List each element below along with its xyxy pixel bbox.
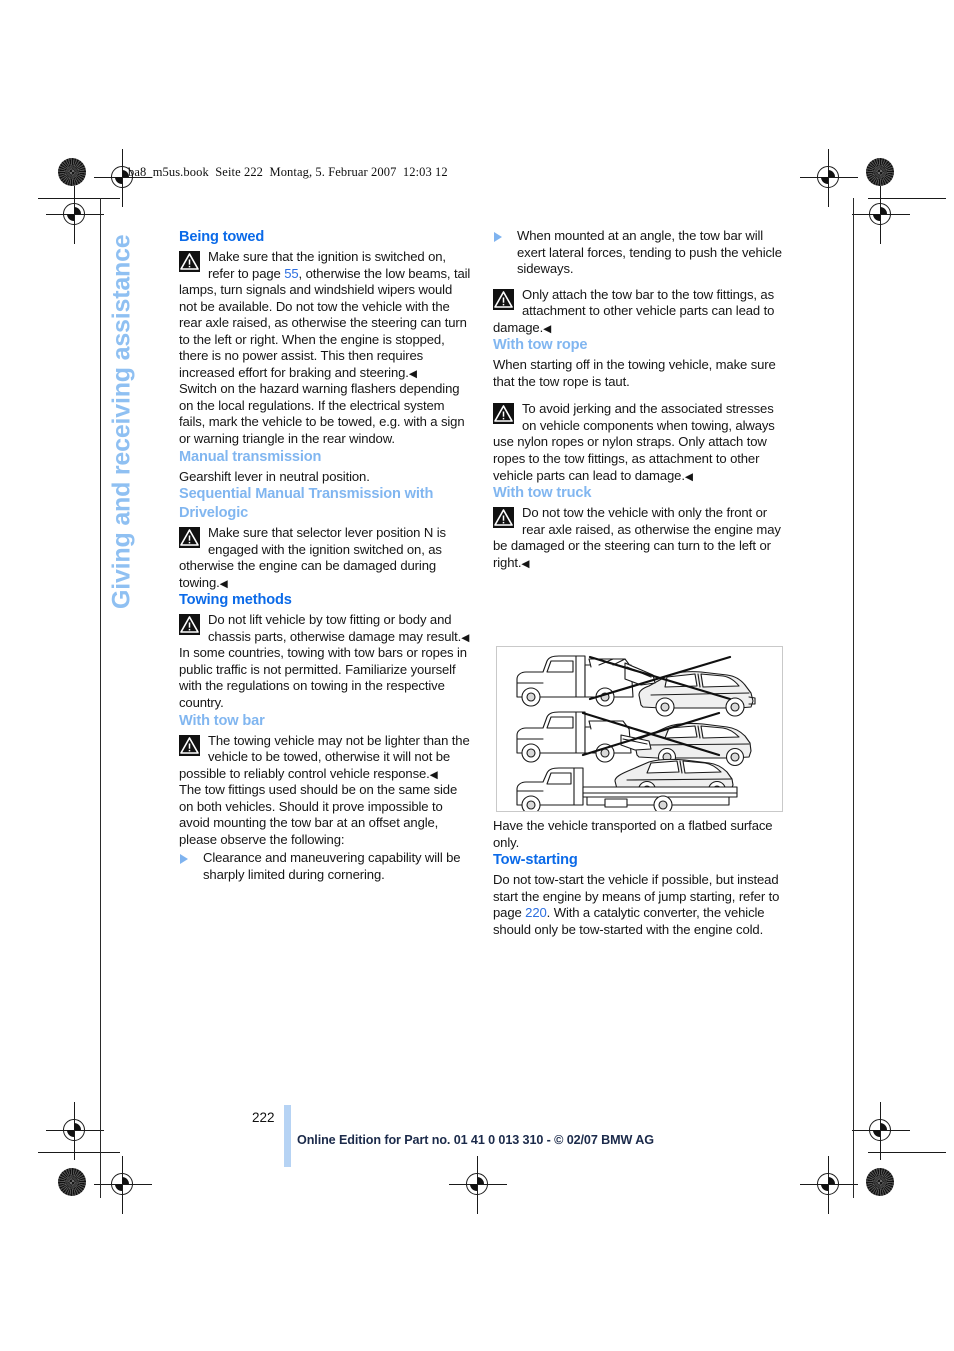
note-end-mark: ◀ <box>429 768 438 781</box>
chapter-side-title: Giving and receiving assistance <box>107 234 136 610</box>
list-item-label: Clearance and maneuvering capability wil… <box>203 850 461 882</box>
paragraph-tow-fittings: The tow fittings used should be on the s… <box>179 782 458 847</box>
right-column-below-figure: Have the vehicle transported on a flatbe… <box>493 818 785 938</box>
warning-triangle-icon <box>493 403 514 425</box>
note-text: The towing vehicle may not be lighter th… <box>179 732 470 781</box>
warning-triangle-icon <box>179 527 200 549</box>
trim-line-left <box>100 198 101 1198</box>
halftone-dot-mark-top-left <box>58 158 86 186</box>
halftone-dot-mark-top-right <box>866 158 894 186</box>
warning-note-do-not-lift: Do not lift vehicle by tow fitting or bo… <box>179 612 471 645</box>
page-reference-220[interactable]: 220 <box>525 905 547 920</box>
registration-mark-bottom-left <box>94 1156 152 1214</box>
warning-note-avoid-jerking: To avoid jerking and the associated stre… <box>493 401 785 484</box>
warning-note-towing-vehicle-weight: The towing vehicle may not be lighter th… <box>179 733 471 783</box>
registration-mark-right-lower <box>852 1102 910 1160</box>
warning-triangle-icon <box>179 734 200 756</box>
warning-triangle-icon <box>179 251 200 272</box>
right-column: When mounted at an angle, the tow bar wi… <box>493 228 785 571</box>
crop-line-top-left-horizontal <box>38 198 120 199</box>
heading-with-tow-bar: With tow bar <box>179 712 265 729</box>
list-item: Clearance and maneuvering capability wil… <box>179 850 471 883</box>
warning-note-only-attach-tow-bar: Only attach the tow bar to the tow fitti… <box>493 287 785 337</box>
paragraph-countries-regulations: In some countries, towing with tow bars … <box>179 645 467 711</box>
note-end-mark: ◀ <box>521 557 530 570</box>
trim-line-right <box>853 198 854 1198</box>
registration-mark-left-lower <box>46 1102 104 1160</box>
bullet-triangle-icon <box>180 854 188 865</box>
page-reference-55[interactable]: 55 <box>284 266 298 281</box>
warning-note-axle-raised: Do not tow the vehicle with only the fro… <box>493 505 785 571</box>
halftone-dot-mark-bottom-right <box>866 1168 894 1196</box>
page-number: 222 <box>252 1110 275 1125</box>
footer-copyright: Online Edition for Part no. 01 41 0 013 … <box>297 1133 654 1147</box>
warning-note-ignition: Make sure that the ignition is switched … <box>179 249 471 381</box>
bullet-list-right: When mounted at an angle, the tow bar wi… <box>493 228 785 278</box>
list-item: When mounted at an angle, the tow bar wi… <box>493 228 785 278</box>
bullet-triangle-icon <box>494 232 502 242</box>
left-column: Being towed Make sure that the ignition … <box>179 228 471 884</box>
paragraph-starting-off: When starting off in the towing vehicle,… <box>493 357 776 389</box>
crop-line-top-right-horizontal <box>868 198 946 199</box>
note-text-after-ref: , otherwise the low beams, tail lamps, t… <box>179 265 471 380</box>
heading-manual-transmission: Manual transmission <box>179 448 322 465</box>
heading-towing-methods: Towing methods <box>179 592 292 609</box>
heading-sequential-manual-transmission: Sequential Manual Transmission with Driv… <box>179 486 434 522</box>
registration-mark-bottom-right <box>800 1156 858 1214</box>
note-text: Only attach the tow bar to the tow fitti… <box>493 286 775 335</box>
note-text: Do not tow the vehicle with only the fro… <box>493 505 781 570</box>
heading-with-tow-truck: With tow truck <box>493 485 592 502</box>
note-end-mark: ◀ <box>219 577 228 590</box>
note-end-mark: ◀ <box>461 631 470 644</box>
book-file-header: ba8_m5us.book Seite 222 Montag, 5. Febru… <box>128 165 448 179</box>
note-end-mark: ◀ <box>408 367 417 380</box>
crop-line-bottom-left-horizontal <box>38 1152 120 1153</box>
registration-mark-bottom-center <box>449 1156 507 1214</box>
note-text: To avoid jerking and the associated stre… <box>493 401 775 483</box>
warning-triangle-icon <box>179 614 200 636</box>
warning-triangle-icon <box>493 507 514 529</box>
paragraph-flatbed: Have the vehicle transported on a flatbe… <box>493 818 773 850</box>
halftone-dot-mark-bottom-left <box>58 1168 86 1196</box>
bullet-list-left: Clearance and maneuvering capability wil… <box>179 850 471 883</box>
tow-truck-illustration <box>496 646 783 812</box>
heading-with-tow-rope: With tow rope <box>493 337 588 354</box>
note-text: Do not lift vehicle by tow fitting or bo… <box>208 612 462 644</box>
warning-note-selector-lever: Make sure that selector lever position N… <box>179 525 471 591</box>
note-end-mark: ◀ <box>684 470 693 483</box>
paragraph-tow-starting: Do not tow-start the vehicle if possible… <box>493 872 785 938</box>
warning-triangle-icon <box>493 288 514 310</box>
manual-page: ba8_m5us.book Seite 222 Montag, 5. Febru… <box>0 0 954 1351</box>
footer-accent-bar <box>284 1105 291 1167</box>
heading-tow-starting: Tow-starting <box>493 852 578 869</box>
heading-being-towed: Being towed <box>179 229 265 245</box>
paragraph-hazard-flashers: Switch on the hazard warning flashers de… <box>179 381 465 447</box>
paragraph-gearshift-neutral: Gearshift lever in neutral position. <box>179 468 370 484</box>
crop-line-bottom-right-horizontal <box>868 1152 946 1153</box>
note-end-mark: ◀ <box>543 322 552 335</box>
list-item-label: When mounted at an angle, the tow bar wi… <box>517 228 782 277</box>
registration-mark-top-right <box>800 149 858 207</box>
